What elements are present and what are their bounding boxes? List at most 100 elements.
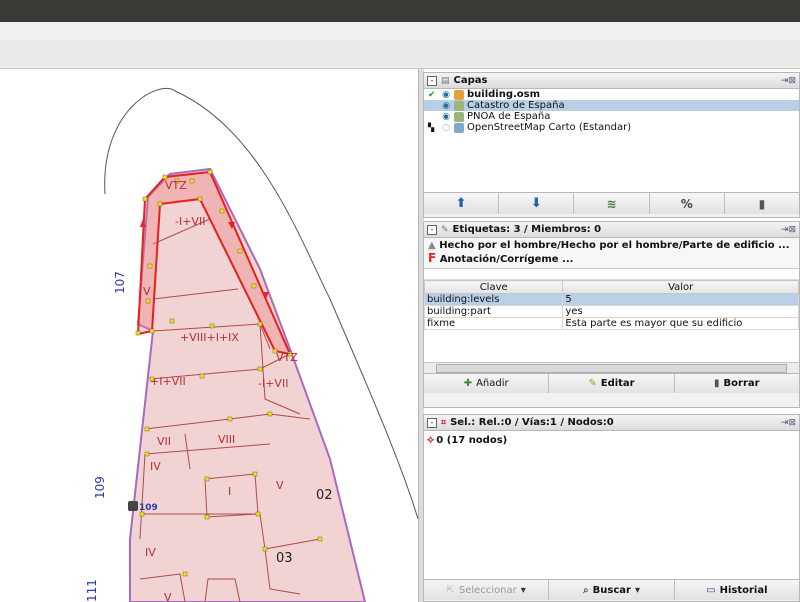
layer-item-pnoa[interactable]: ◉ PNOA de España	[424, 111, 799, 122]
visibility-icon[interactable]: ◉	[441, 90, 451, 100]
trash-icon: ▮	[758, 196, 766, 211]
dock-close-icons[interactable]: ⇥⊠	[781, 76, 796, 86]
dock-close-icons[interactable]: ⇥⊠	[781, 418, 796, 428]
house-number-label: 109	[139, 503, 158, 513]
button-label: Historial	[719, 584, 768, 596]
history-icon: ▭	[706, 584, 716, 596]
tag-summary: ▲ Hecho por el hombre/Hecho por el hombr…	[424, 238, 799, 269]
map-label: +VIII+I+IX	[180, 331, 239, 344]
tag-key[interactable]: building:part	[423, 305, 564, 318]
column-header-key[interactable]: Clave	[423, 280, 564, 294]
layer-item-osm-carto[interactable]: ▚ ○ OpenStreetMap Carto (Estandar)	[424, 122, 799, 133]
search-button[interactable]: ⌕ Buscar ▾	[549, 580, 675, 600]
trash-icon: ▮	[714, 378, 720, 389]
history-button[interactable]: ▭ Historial	[674, 580, 799, 600]
data-layer-icon	[454, 89, 464, 100]
layer-name: PNOA de España	[467, 111, 551, 122]
imagery-layer-icon	[454, 122, 464, 133]
cursor-icon: ⇱	[446, 584, 455, 596]
chevron-down-icon[interactable]: ▾	[635, 585, 640, 596]
visibility-icon[interactable]: ◉	[441, 112, 451, 122]
list-item[interactable]: ⟡ 0 (17 nodos)	[424, 431, 799, 449]
street-number-label: 107	[113, 271, 127, 294]
visibility-icon[interactable]: ○	[441, 123, 451, 133]
map-view[interactable]: VTZ -I+VII V +VIII+I+IX VTZ +I+VII -I+VI…	[0, 69, 422, 602]
map-label: 02	[316, 488, 333, 503]
column-header-value[interactable]: Valor	[562, 280, 799, 294]
button-label: Editar	[600, 378, 635, 389]
window-titlebar	[0, 0, 800, 22]
panel-title: Sel.: Rel.:0 / Vías:1 / Nodos:0	[450, 417, 614, 428]
move-down-button[interactable]: ⬇	[499, 193, 575, 214]
map-label: -I+VII	[175, 215, 205, 228]
map-label: -I+VII	[258, 377, 288, 390]
minimize-icon[interactable]: -	[427, 224, 437, 235]
layer-order-icon: ▚	[428, 123, 435, 132]
move-up-button[interactable]: ⬆	[424, 193, 500, 214]
button-label: Borrar	[723, 378, 760, 389]
opacity-button[interactable]: %	[649, 193, 725, 214]
edit-icon: ✎	[588, 378, 597, 389]
table-row[interactable]: building:part yes	[423, 305, 799, 318]
street-number-label: 111	[85, 579, 99, 602]
search-icon: ⌕	[583, 584, 589, 596]
map-label: V	[143, 285, 151, 298]
opacity-icon: %	[680, 196, 693, 211]
map-label: +I+VII	[150, 375, 186, 388]
merge-button[interactable]: ≋	[574, 193, 650, 214]
imagery-layer-icon	[454, 111, 464, 122]
button-label: Añadir	[476, 378, 509, 389]
scrollbar-thumb[interactable]	[436, 364, 787, 373]
panel-title: Capas	[453, 75, 488, 86]
dock-close-icons[interactable]: ⇥⊠	[781, 225, 796, 235]
select-button[interactable]: ⇱ Seleccionar ▾	[424, 580, 550, 600]
layer-item-building[interactable]: ✔ ◉ building.osm	[424, 89, 799, 100]
map-canvas[interactable]: VTZ -I+VII V +VIII+I+IX VTZ +I+VII -I+VI…	[0, 69, 422, 602]
tag-key[interactable]: fixme	[423, 317, 564, 330]
tool-bar	[0, 40, 800, 69]
map-label: IV	[145, 546, 156, 559]
panel-title: Etiquetas: 3 / Miembros: 0	[452, 224, 602, 235]
map-label: VTZ	[165, 179, 187, 192]
tag-value[interactable]: yes	[562, 305, 799, 318]
house-number-marker	[128, 501, 138, 511]
tag-value[interactable]: Esta parte es mayor que su edificio	[562, 317, 799, 330]
tag-buttons: ✚ Añadir ✎ Editar ▮ Borrar	[424, 373, 799, 393]
active-layer-icon: ✔	[428, 89, 436, 100]
horizontal-scrollbar[interactable]	[424, 362, 799, 373]
building-icon: ▲	[428, 240, 436, 251]
button-label: Buscar	[592, 584, 631, 596]
plus-icon: ✚	[463, 378, 473, 389]
map-label: IV	[150, 460, 161, 473]
delete-tag-button[interactable]: ▮ Borrar	[674, 374, 799, 393]
street-number-label: 109	[93, 476, 107, 499]
map-label: V	[276, 479, 284, 492]
table-row[interactable]: fixme Esta parte es mayor que su edifici…	[423, 317, 799, 330]
delete-layer-button[interactable]: ▮	[724, 193, 800, 214]
map-label: V	[164, 591, 172, 602]
add-tag-button[interactable]: ✚ Añadir	[424, 374, 550, 393]
edit-tag-button[interactable]: ✎ Editar	[549, 374, 675, 393]
map-label: I	[228, 485, 231, 498]
visibility-icon[interactable]: ◉	[441, 101, 451, 111]
table-row[interactable]: building:levels 5	[423, 293, 799, 306]
minimize-icon[interactable]: -	[427, 417, 437, 428]
tags-panel: - ✎ Etiquetas: 3 / Miembros: 0 ⇥⊠ ▲ Hech…	[423, 221, 800, 408]
selection-panel: - ⌗ Sel.: Rel.:0 / Vías:1 / Nodos:0 ⇥⊠ ⟡…	[423, 414, 800, 602]
tag-value[interactable]: 5	[562, 293, 799, 306]
layer-item-catastro[interactable]: ◉ Catastro de España	[424, 100, 799, 111]
layer-list: ✔ ◉ building.osm ◉ Catastro de España ◉ …	[424, 89, 799, 192]
button-label: Seleccionar	[458, 584, 517, 596]
selection-icon: ⌗	[441, 417, 447, 428]
layers-panel: - ▤ Capas ⇥⊠ ✔ ◉ building.osm ◉ Catastro…	[423, 72, 800, 218]
tag-key[interactable]: building:levels	[423, 293, 564, 306]
tag-table-area: Clave Valor building:levels 5 building:p…	[423, 269, 799, 373]
layer-buttons: ⬆ ⬇ ≋ % ▮	[424, 192, 800, 214]
minimize-icon[interactable]: -	[427, 75, 437, 86]
map-label: 03	[276, 551, 293, 566]
fixme-icon: F	[428, 251, 437, 265]
layer-name: building.osm	[467, 89, 541, 100]
arrow-down-icon: ⬇	[530, 196, 542, 211]
tags-panel-header: - ✎ Etiquetas: 3 / Miembros: 0 ⇥⊠	[424, 222, 799, 238]
chevron-down-icon[interactable]: ▾	[521, 585, 526, 596]
